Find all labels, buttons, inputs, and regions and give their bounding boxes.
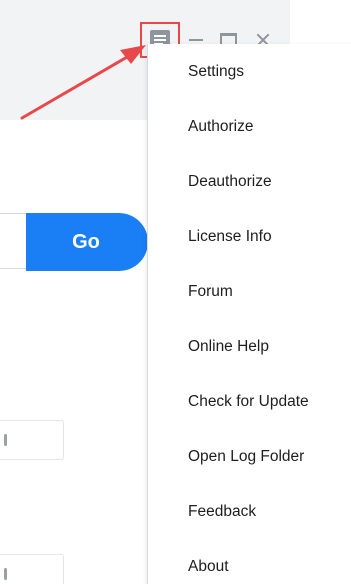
menu-item-deauthorize[interactable]: Deauthorize bbox=[188, 170, 272, 194]
field-cursor bbox=[4, 568, 7, 580]
menu-item-check-for-update[interactable]: Check for Update bbox=[188, 390, 309, 414]
menu-item-feedback[interactable]: Feedback bbox=[188, 500, 256, 524]
text-field[interactable] bbox=[0, 420, 64, 460]
url-input[interactable] bbox=[0, 213, 26, 269]
minimize-icon bbox=[189, 39, 203, 41]
go-button-label: Go bbox=[72, 231, 100, 253]
go-button[interactable]: Go bbox=[26, 213, 148, 271]
field-cursor bbox=[4, 434, 7, 446]
menu-item-forum[interactable]: Forum bbox=[188, 280, 233, 304]
text-field[interactable] bbox=[0, 554, 64, 584]
menu-item-online-help[interactable]: Online Help bbox=[188, 335, 269, 359]
app-window: Go Settings Authorize Deauthorize Licens… bbox=[0, 0, 351, 584]
menu-item-license-info[interactable]: License Info bbox=[188, 225, 272, 249]
main-menu-dropdown: Settings Authorize Deauthorize License I… bbox=[147, 44, 351, 584]
menu-item-settings[interactable]: Settings bbox=[188, 60, 244, 84]
menu-item-authorize[interactable]: Authorize bbox=[188, 115, 253, 139]
menu-item-about[interactable]: About bbox=[188, 555, 229, 579]
menu-item-open-log-folder[interactable]: Open Log Folder bbox=[188, 445, 304, 469]
